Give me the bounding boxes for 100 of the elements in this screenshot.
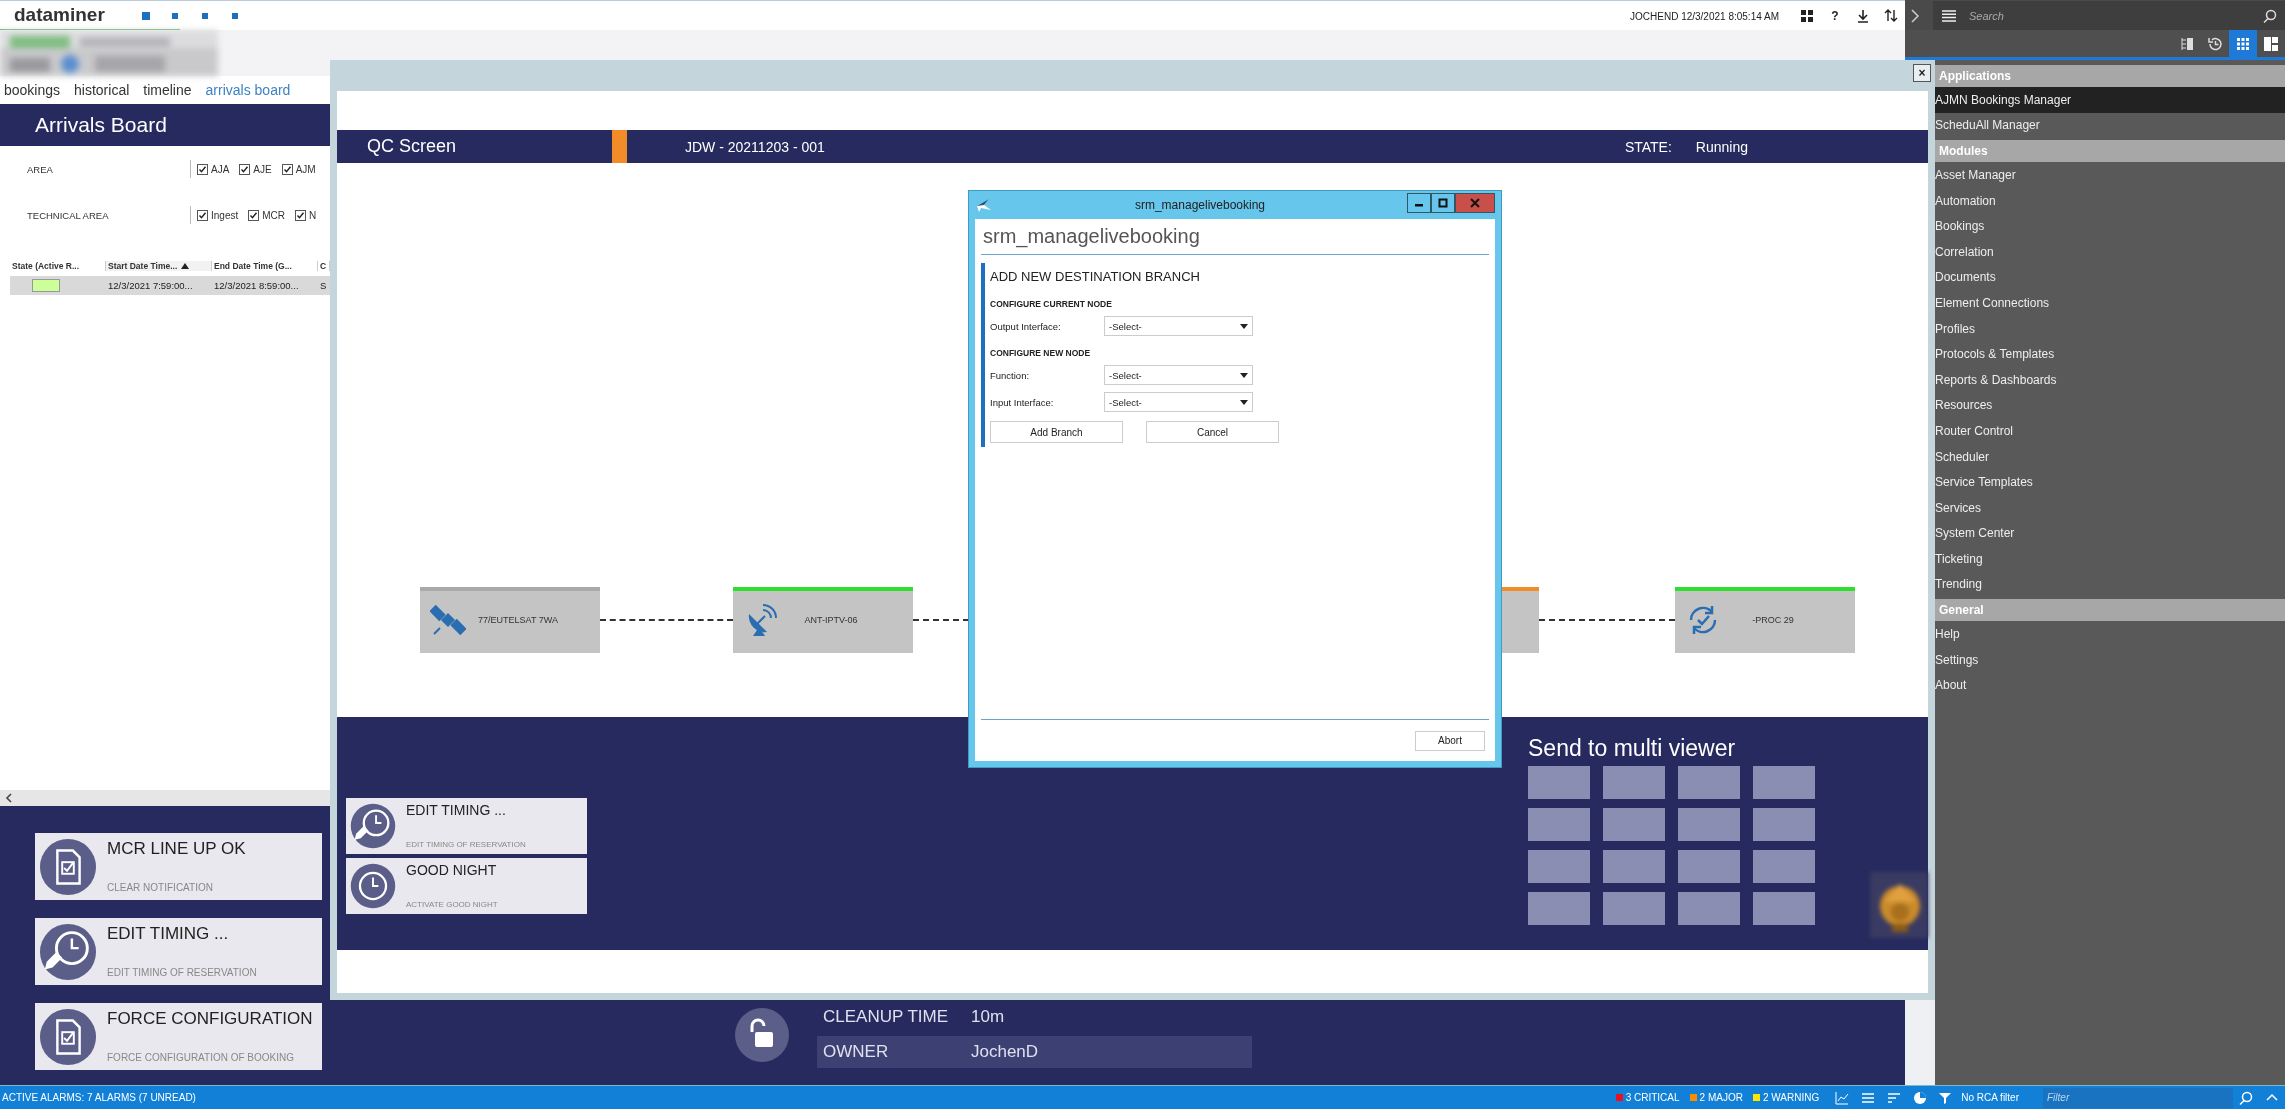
menu-item[interactable]: Reports & Dashboards [1935,366,2285,393]
filter-icon[interactable] [1939,1091,1952,1104]
checkbox[interactable] [295,209,307,221]
checkbox-label: AJE [253,163,272,175]
alarm-counter[interactable]: 2 MAJOR [1689,1092,1743,1103]
close-icon [1470,198,1480,208]
action-button[interactable]: Cancel [1146,421,1279,443]
viewer-tile[interactable] [1603,850,1665,883]
maximize-icon [1438,198,1448,208]
close-button[interactable] [1455,193,1495,213]
viewer-tile[interactable] [1753,808,1815,841]
menu-item[interactable]: Scheduler [1935,443,2285,470]
menu-item[interactable]: Services [1935,494,2285,521]
caret-down-icon [1240,399,1248,405]
tab[interactable]: bookings [4,82,61,98]
alarm-counter[interactable]: 3 CRITICAL [1615,1092,1680,1103]
column-header[interactable]: Start Date Time... [106,260,212,271]
viewer-tile[interactable] [1603,766,1665,799]
menu-item[interactable]: AJMN Bookings Manager [1935,87,2285,113]
checkbox[interactable] [281,163,293,175]
column-header[interactable]: End Date Time (G... [212,260,318,271]
tab[interactable]: historical [74,82,130,98]
viewer-tile[interactable] [1678,808,1740,841]
menu-item[interactable]: Element Connections [1935,290,2285,316]
menu-item[interactable]: Correlation [1935,238,2285,265]
viewer-tile[interactable] [1528,766,1590,799]
viewer-tile[interactable] [1528,892,1590,925]
viewer-tile[interactable] [1753,892,1815,925]
viewer-tile[interactable] [1753,766,1815,799]
menu-item[interactable]: Asset Manager [1935,162,2285,188]
menu-item[interactable]: About [1935,672,2285,699]
action-button[interactable]: FORCE CONFIGURATION FORCE CONFIGURATION OF BOOKING [35,1003,322,1070]
viewer-tile[interactable] [1753,850,1815,883]
clock-pencil-icon [39,922,97,981]
menu-item[interactable]: Resources [1935,392,2285,419]
device-node[interactable]: ANT-IPTV-06 [733,587,913,653]
checkbox[interactable] [248,209,260,221]
viewer-tile[interactable] [1603,892,1665,925]
caret-down-icon [1240,372,1248,378]
menu-item[interactable]: Protocols & Templates [1935,341,2285,367]
minimize-button[interactable] [1407,193,1431,213]
dropdown[interactable]: -Select- [1104,365,1253,385]
action-button[interactable]: EDIT TIMING ... EDIT TIMING OF RESERVATION [35,918,322,985]
device-node[interactable]: -PROC 29 [1675,587,1855,653]
search-icon[interactable] [2263,8,2277,23]
menu-item[interactable]: Router Control [1935,418,2285,444]
viewer-tile[interactable] [1528,850,1590,883]
viewer-tile[interactable] [1678,766,1740,799]
menu-item[interactable]: ScheduAll Manager [1935,112,2285,139]
action-subtitle: ACTIVATE GOOD NIGHT [406,900,498,909]
window-title: srm_managelivebooking [1133,198,1267,212]
chart-icon[interactable] [1835,1090,1850,1105]
viewer-tile[interactable] [1528,808,1590,841]
horizontal-scrollbar[interactable] [0,790,330,806]
menu-item[interactable]: Automation [1935,187,2285,214]
action-button[interactable]: EDIT TIMING ... EDIT TIMING OF RESERVATION [346,798,587,854]
search-box[interactable]: Search [1933,0,2285,31]
menu-item[interactable]: Help [1935,621,2285,647]
group-title: CONFIGURE CURRENT NODE [990,299,1113,309]
menu-item[interactable]: Documents [1935,264,2285,291]
viewer-tile[interactable] [1678,850,1740,883]
table-row[interactable]: 12/3/2021 7:59:00... 12/3/2021 8:59:00... S [10,276,330,295]
unlocked-lock-icon [735,1007,789,1062]
filter-field[interactable]: Filter [2043,1087,2233,1108]
user-time: JOCHEND 12/3/2021 8:05:14 AM [1630,10,1779,22]
abort-button[interactable]: Abort [1415,730,1485,751]
info-value: JochenD [971,1042,1039,1062]
checkbox[interactable] [197,163,208,175]
pie-icon[interactable] [1913,1090,1928,1105]
checkbox[interactable] [239,163,251,175]
dropdown[interactable]: -Select- [1104,316,1253,336]
viewer-tile[interactable] [1603,808,1665,841]
menu-icon[interactable] [1941,8,1957,23]
maximize-button[interactable] [1431,193,1455,213]
menu-item[interactable]: Service Templates [1935,469,2285,495]
app-icon [975,196,993,214]
action-button[interactable]: GOOD NIGHT ACTIVATE GOOD NIGHT [346,858,587,914]
menu-item[interactable]: Profiles [1935,315,2285,342]
close-button[interactable]: × [1913,64,1931,82]
search-icon[interactable] [2239,1090,2253,1105]
action-button[interactable]: Add Branch [990,421,1123,443]
list-icon[interactable] [1861,1090,1876,1105]
tab[interactable]: timeline [143,82,192,98]
alarm-counter[interactable]: 2 WARNING [1752,1092,1820,1103]
action-title: EDIT TIMING ... [406,802,507,818]
action-title: GOOD NIGHT [406,862,498,878]
alarm-summary[interactable]: ACTIVE ALARMS: 7 ALARMS (7 UNREAD) [2,1092,196,1103]
menu-item[interactable]: System Center [1935,520,2285,547]
help-button[interactable]: ? [1821,2,1849,30]
menu-item[interactable]: Ticketing [1935,546,2285,572]
checkbox[interactable] [197,209,208,221]
device-node[interactable]: 77/EUTELSAT 7WA [420,587,600,653]
menu-item[interactable]: Settings [1935,646,2285,673]
menu-item[interactable]: Trending [1935,571,2285,598]
tab[interactable]: arrivals board [205,82,291,98]
rca-filter[interactable]: No RCA filter [1961,1092,2019,1103]
dropdown[interactable]: -Select- [1104,392,1253,412]
action-button[interactable]: MCR LINE UP OK CLEAR NOTIFICATION [35,833,322,900]
viewer-tile[interactable] [1678,892,1740,925]
menu-item[interactable]: Bookings [1935,213,2285,239]
